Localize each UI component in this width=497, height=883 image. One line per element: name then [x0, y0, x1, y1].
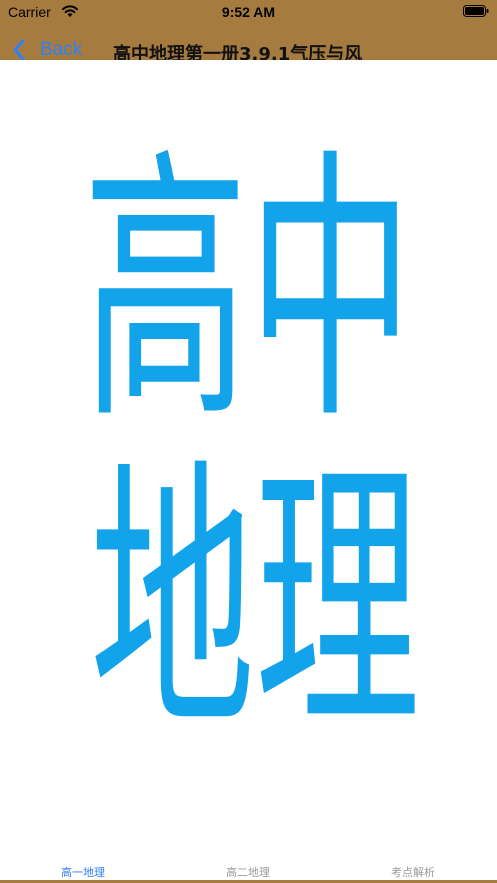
cover-image: 高中 地理 [0, 60, 497, 860]
tab-grade10-geography[interactable]: 高一地理 [23, 864, 143, 880]
tab-key-points[interactable]: 考点解析 [353, 864, 473, 880]
cover-text-line1: 高中 [83, 126, 413, 458]
cover-image-graphic: 高中 地理 [83, 126, 420, 768]
tab-grade11-geography[interactable]: 高二地理 [188, 864, 308, 880]
tab-bar: 高一地理 高二地理 考点解析 [0, 860, 497, 883]
chevron-left-icon [13, 39, 25, 61]
status-bar: Carrier 9:52 AM [0, 0, 497, 26]
navigation-bar: Back 高中地理第一册3.9.1气压与风 [0, 26, 497, 65]
status-time: 9:52 AM [221, 4, 276, 20]
back-label: Back [40, 39, 83, 60]
battery-icon [463, 5, 489, 17]
cover-text-line2: 地理 [90, 436, 420, 768]
